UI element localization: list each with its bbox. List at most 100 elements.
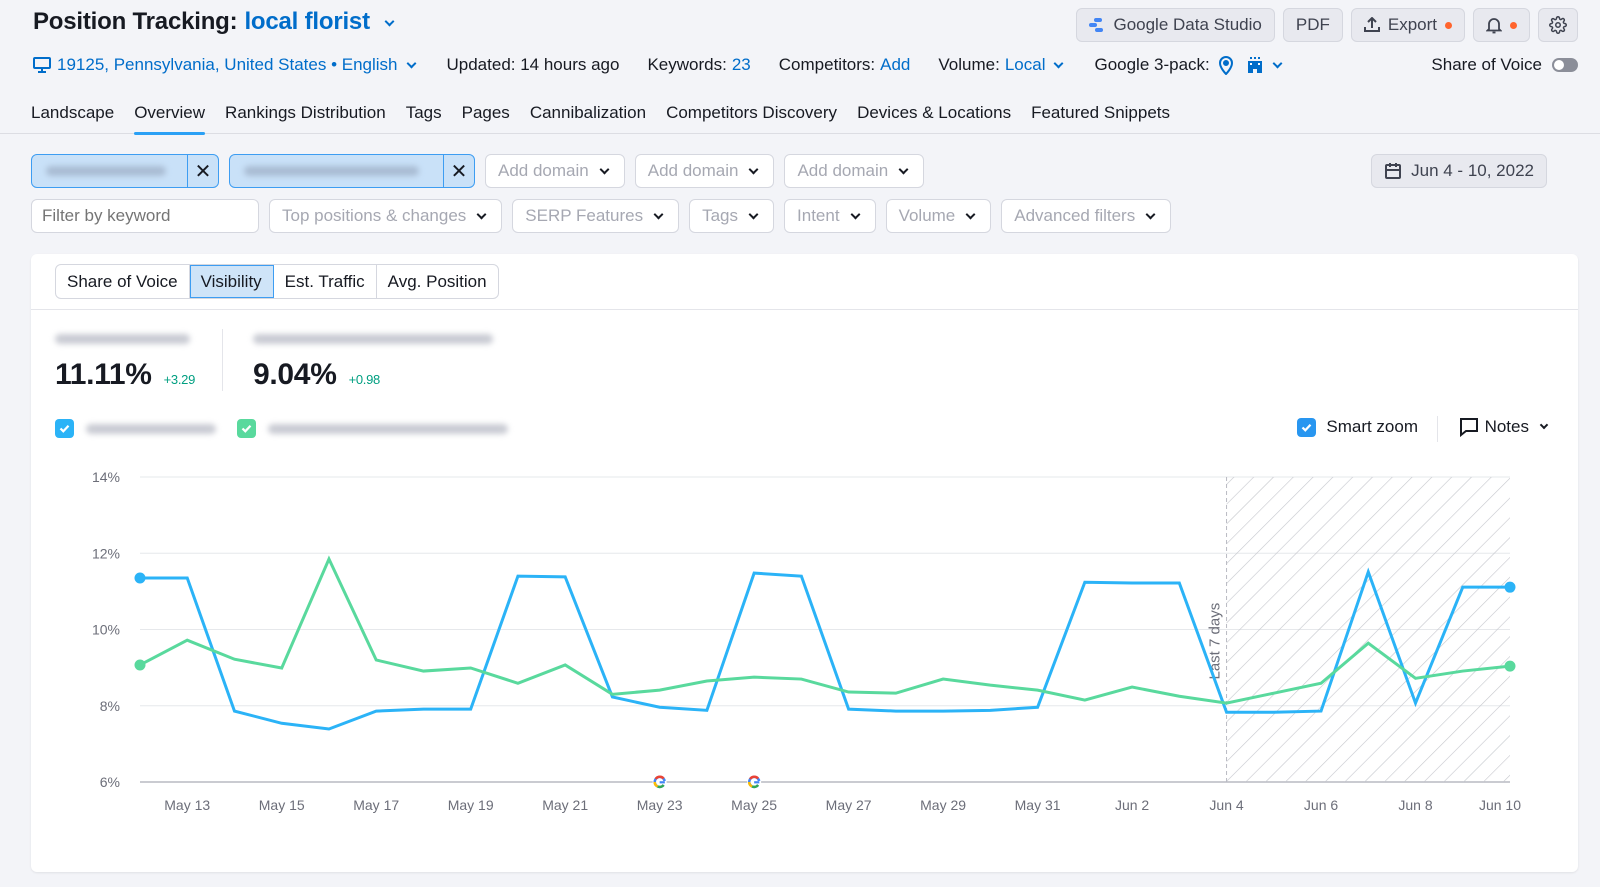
tab-rankings-distribution[interactable]: Rankings Distribution: [225, 92, 386, 134]
location-selector[interactable]: 19125, Pennsylvania, United States • Eng…: [33, 55, 419, 75]
notification-dot: [1510, 21, 1517, 29]
domain-name-blurred: [230, 155, 443, 187]
chevron-down-icon: [965, 209, 976, 219]
x-tick-label: Jun 2: [1115, 797, 1149, 813]
remove-domain-button[interactable]: ✕: [187, 155, 218, 187]
domain-name-blurred: [32, 155, 187, 187]
series-end-point: [1504, 581, 1516, 593]
settings-button[interactable]: [1538, 8, 1578, 42]
google-update-icon[interactable]: [747, 775, 762, 789]
share-of-voice-toggle-row: Share of Voice: [1431, 55, 1578, 75]
google-data-studio-button[interactable]: Google Data Studio: [1076, 8, 1275, 42]
add-domain-dropdown[interactable]: Add domain: [485, 154, 625, 188]
google-data-studio-label: Google Data Studio: [1113, 15, 1262, 34]
filter-label: Advanced filters: [1014, 206, 1136, 225]
add-domain-label: Add domain: [647, 161, 739, 180]
pdf-label: PDF: [1295, 15, 1330, 34]
filters-row: Top positions & changes SERP Features Tags…: [31, 199, 1172, 233]
gear-icon: [1549, 16, 1567, 34]
add-domain-dropdown[interactable]: Add domain: [634, 154, 775, 188]
updated-label: Updated: 14 hours ago: [446, 55, 620, 74]
filter-label: Top positions & changes: [282, 206, 467, 225]
google-update-icon[interactable]: [652, 775, 667, 789]
tab-featured-snippets[interactable]: Featured Snippets: [1031, 92, 1170, 134]
keyword-filter-input[interactable]: [32, 200, 258, 232]
y-tick-label: 14%: [92, 469, 120, 485]
title-prefix: Position Tracking:: [33, 8, 238, 35]
keywords-info: Keywords: 23: [647, 55, 750, 75]
x-tick-label: May 15: [259, 797, 305, 813]
domain-chip[interactable]: ✕: [229, 154, 475, 188]
chevron-down-icon: [653, 209, 664, 219]
domain-chip[interactable]: ✕: [31, 154, 219, 188]
notifications-button[interactable]: [1473, 8, 1530, 42]
remove-domain-button[interactable]: ✕: [443, 155, 474, 187]
filter-volume-dropdown[interactable]: Volume: [885, 199, 992, 233]
series-start-point: [134, 572, 146, 584]
tab-tags[interactable]: Tags: [406, 92, 442, 134]
business-icon: [1247, 57, 1262, 73]
upload-icon: [1363, 17, 1380, 32]
competitors-label: Competitors:: [778, 55, 876, 74]
chevron-down-icon: [599, 164, 610, 174]
date-range-label: Jun 4 - 10, 2022: [1411, 161, 1534, 180]
tab-devices-locations[interactable]: Devices & Locations: [857, 92, 1011, 134]
competitors-info: Competitors: Add: [779, 55, 911, 75]
chevron-down-icon: [749, 164, 759, 174]
chevron-down-icon: [748, 209, 759, 219]
close-icon: ✕: [450, 160, 468, 183]
y-tick-label: 6%: [100, 774, 120, 790]
three-pack-label: Google 3-pack:: [1094, 55, 1210, 74]
keyword-filter: [31, 199, 259, 233]
volume-selector[interactable]: Volume: Local: [938, 55, 1066, 75]
share-of-voice-toggle[interactable]: [1552, 58, 1578, 72]
filter-intent-dropdown[interactable]: Intent: [784, 199, 876, 233]
export-button[interactable]: Export: [1350, 8, 1465, 42]
filter-top-positions-changes-dropdown[interactable]: Top positions & changes: [269, 199, 503, 233]
tab-pages[interactable]: Pages: [462, 92, 510, 134]
x-tick-label: Jun 4: [1209, 797, 1243, 813]
chevron-down-icon: [1272, 58, 1283, 68]
tab-cannibalization[interactable]: Cannibalization: [530, 92, 646, 134]
x-tick-label: May 31: [1015, 797, 1061, 813]
tab-overview[interactable]: Overview: [134, 92, 205, 135]
filter-advanced-filters-dropdown[interactable]: Advanced filters: [1001, 199, 1172, 233]
calendar-icon: [1385, 163, 1402, 179]
top-toolbar: Google Data Studio PDF Export: [1076, 8, 1578, 42]
filter-label: Volume: [898, 206, 956, 225]
series-start-point: [134, 659, 146, 671]
desktop-icon: [33, 57, 51, 73]
tab-competitors-discovery[interactable]: Competitors Discovery: [666, 92, 837, 134]
x-tick-label: Jun 10: [1479, 797, 1521, 813]
three-pack-selector[interactable]: Google 3-pack:: [1094, 55, 1284, 75]
x-tick-label: May 21: [542, 797, 588, 813]
add-domain-dropdown[interactable]: Add domain: [784, 154, 925, 188]
x-tick-label: Jun 8: [1398, 797, 1432, 813]
add-competitors-link[interactable]: Add: [880, 55, 910, 75]
y-tick-label: 8%: [100, 698, 120, 714]
location-label: 19125, Pennsylvania, United States • Eng…: [57, 55, 398, 74]
main-tabs: Landscape Overview Rankings Distribution Ta…: [0, 92, 1600, 135]
volume-value: Local: [1004, 55, 1046, 74]
y-tick-label: 10%: [92, 622, 120, 638]
pdf-button[interactable]: PDF: [1282, 8, 1343, 42]
date-range-picker[interactable]: Jun 4 - 10, 2022: [1371, 154, 1547, 188]
chevron-down-icon: [476, 209, 487, 219]
domain-selector-row: ✕ ✕ Add domain Add domain Add domain: [31, 154, 925, 188]
filter-tags-dropdown[interactable]: Tags: [689, 199, 775, 233]
x-tick-label: May 19: [448, 797, 494, 813]
volume-label: Volume:: [938, 55, 1000, 74]
x-tick-label: May 29: [920, 797, 966, 813]
chevron-down-icon: [1145, 209, 1156, 219]
x-tick-label: May 17: [353, 797, 399, 813]
visibility-card: Share of Voice Visibility Est. Traffic Avg.…: [31, 254, 1578, 872]
project-name: local florist: [244, 8, 370, 35]
export-label: Export: [1387, 15, 1437, 34]
project-selector[interactable]: local florist: [244, 8, 397, 36]
chevron-down-icon: [1054, 58, 1064, 68]
series-end-point: [1504, 660, 1516, 672]
keywords-count[interactable]: 23: [732, 55, 751, 75]
visibility-line-chart: Last 7 days 6%8%10%12%14%May 13 May 15 May…: [92, 469, 1521, 813]
tab-landscape[interactable]: Landscape: [31, 92, 114, 134]
filter-serp-features-dropdown[interactable]: SERP Features: [512, 199, 680, 233]
